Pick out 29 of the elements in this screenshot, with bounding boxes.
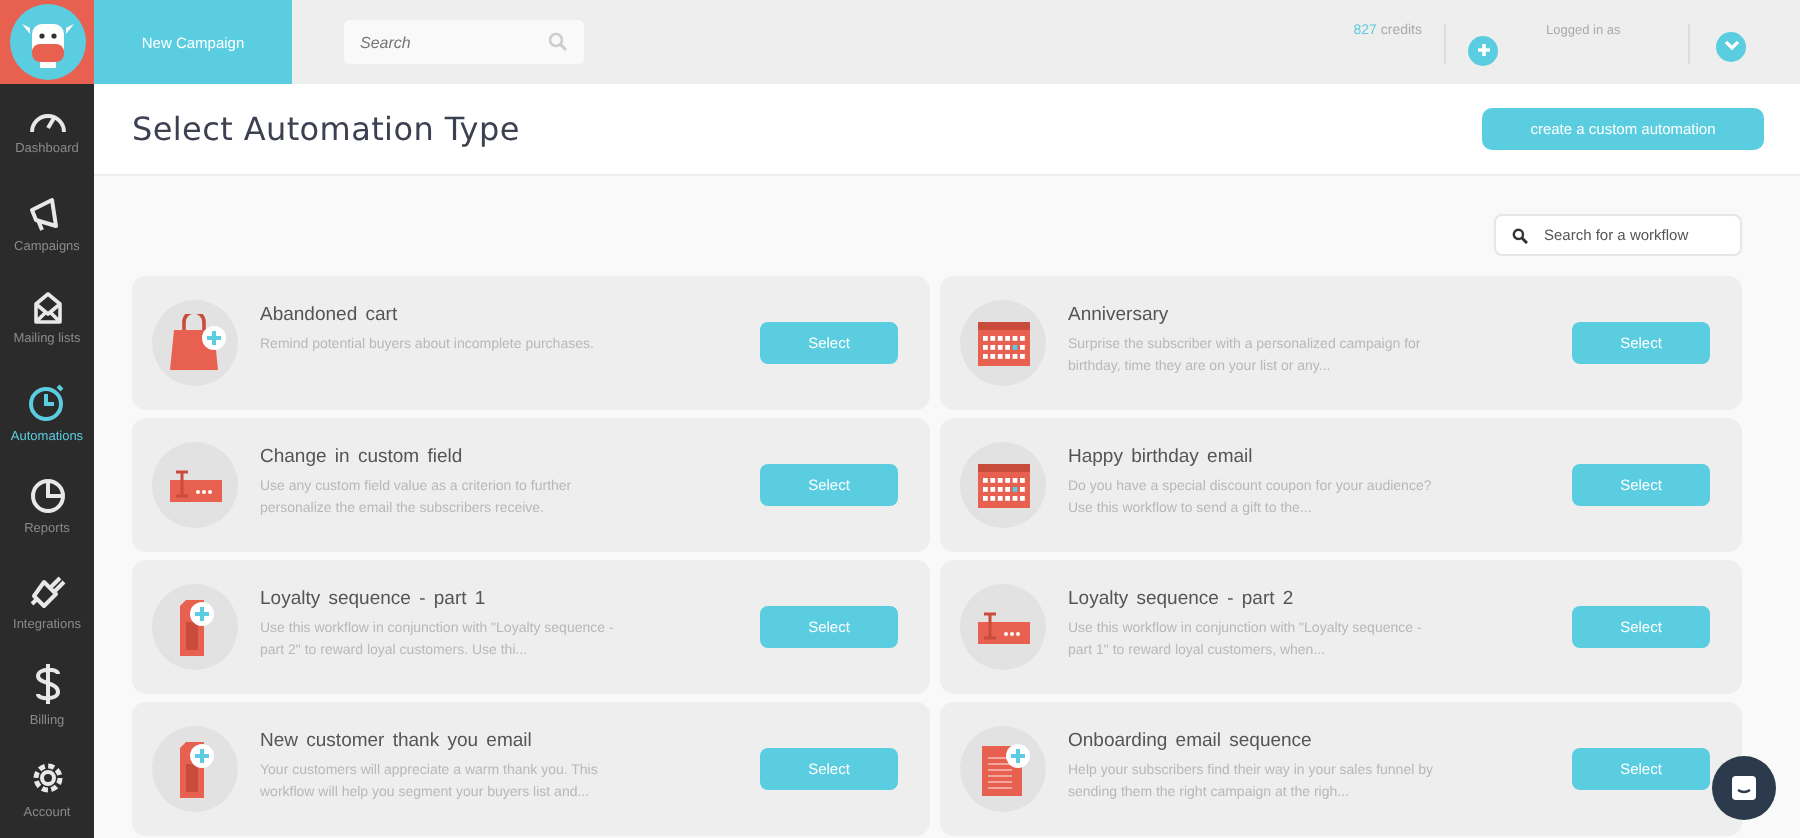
text-field-icon <box>977 611 1029 643</box>
document-list-icon <box>977 741 1029 797</box>
workflow-title: Happy birthday email <box>1068 446 1255 468</box>
page-title: Select Automation Type <box>132 110 520 148</box>
search-field[interactable]: Search <box>344 20 584 64</box>
document-plus-icon <box>175 597 215 657</box>
chevron-down-icon <box>1723 40 1739 52</box>
calendar-icon <box>977 463 1029 507</box>
chat-button[interactable] <box>1712 756 1776 820</box>
plus-icon <box>1475 42 1491 58</box>
document-plus-icon <box>175 739 215 799</box>
workflow-title: Anniversary <box>1068 304 1171 326</box>
account-menu-button[interactable] <box>1716 31 1746 61</box>
envelope-icon <box>31 292 63 324</box>
workflow-title: Onboarding email sequence <box>1068 730 1314 752</box>
workflow-title: New customer thank you email <box>260 730 534 752</box>
search-icon[interactable] <box>548 32 568 52</box>
workflow-title: Abandoned cart <box>260 304 400 326</box>
add-credits-button[interactable] <box>1468 35 1498 65</box>
chat-icon <box>1730 774 1758 802</box>
dollar-icon <box>33 662 61 706</box>
cow-logo[interactable] <box>9 4 85 80</box>
workflow-title: Loyalty sequence - part 2 <box>1068 588 1296 610</box>
workflow-title: Loyalty sequence - part 1 <box>260 588 488 610</box>
clock-icon <box>27 382 67 422</box>
pie-chart-icon <box>29 478 65 514</box>
text-field-icon <box>169 469 221 501</box>
workflow-title: Change in custom field <box>260 446 465 468</box>
calendar-icon <box>977 321 1029 365</box>
